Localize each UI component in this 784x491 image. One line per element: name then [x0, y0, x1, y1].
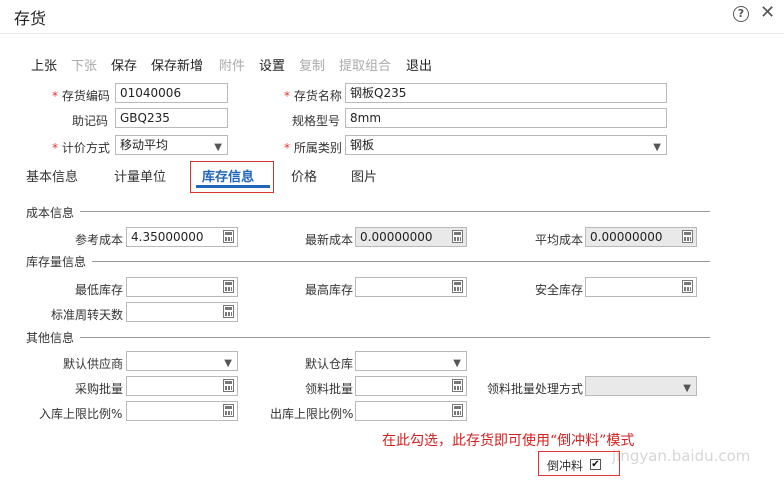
section-title-stock: 库存量信息	[26, 255, 87, 269]
calculator-icon[interactable]	[452, 404, 463, 417]
spec-label: 规格型号	[292, 114, 341, 128]
calculator-icon	[452, 230, 463, 243]
section-divider	[80, 337, 710, 338]
section-divider	[80, 211, 710, 212]
watermark: jingyan.baidu.com	[612, 447, 751, 465]
supplier-select[interactable]: ▼	[126, 351, 238, 371]
calculator-icon[interactable]	[682, 280, 693, 293]
warehouse-select[interactable]: ▼	[355, 351, 467, 371]
tab-price[interactable]: 价格	[291, 166, 317, 185]
purchase-qty-input[interactable]	[126, 376, 238, 396]
min-stock-input[interactable]	[126, 277, 238, 297]
out-limit-label: 出库上限比例%	[270, 407, 354, 421]
pricing-label: * 计价方式	[52, 141, 110, 155]
code-label: * 存货编码	[52, 89, 110, 103]
chevron-down-icon: ▼	[683, 383, 691, 394]
section-divider	[92, 261, 710, 262]
save-button[interactable]: 保存	[111, 55, 137, 74]
avg-cost-value: 0.00000000	[590, 230, 663, 244]
chevron-down-icon: ▼	[653, 142, 661, 153]
chevron-down-icon: ▼	[453, 358, 461, 369]
save-new-button[interactable]: 保存新增	[151, 55, 203, 74]
latest-cost-label: 最新成本	[305, 233, 354, 247]
extract-combo-button[interactable]: 提取组合	[339, 55, 391, 74]
issue-mode-label: 领料批量处理方式	[487, 382, 584, 396]
calculator-icon[interactable]	[223, 404, 234, 417]
copy-button[interactable]: 复制	[299, 55, 325, 74]
close-icon[interactable]: ✕	[760, 2, 775, 23]
calculator-icon[interactable]	[452, 280, 463, 293]
tab-basic-info[interactable]: 基本信息	[26, 166, 78, 185]
chevron-down-icon: ▼	[224, 358, 232, 369]
pricing-select-value: 移动平均	[120, 138, 169, 152]
help-icon[interactable]: ?	[733, 6, 749, 22]
category-select-value: 钢板	[350, 138, 375, 152]
ref-cost-input[interactable]: 4.35000000	[126, 227, 238, 247]
spec-input[interactable]: 8mm	[345, 108, 667, 128]
issue-qty-input[interactable]	[355, 376, 467, 396]
exit-button[interactable]: 退出	[406, 55, 432, 74]
mnemonic-label: 助记码	[72, 114, 109, 128]
annotation-text: 在此勾选，此存货即可使用“倒冲料”模式	[382, 433, 635, 449]
purchase-qty-label: 采购批量	[75, 382, 124, 396]
settings-button[interactable]: 设置	[259, 55, 285, 74]
turnover-days-label: 标准周转天数	[51, 308, 124, 322]
safety-stock-input[interactable]	[585, 277, 697, 297]
issue-qty-label: 领料批量	[305, 382, 354, 396]
category-label: * 所属类别	[284, 141, 342, 155]
tab-images[interactable]: 图片	[351, 166, 377, 185]
calculator-icon[interactable]	[223, 379, 234, 392]
name-label: * 存货名称	[284, 89, 342, 103]
code-input[interactable]: 01040006	[115, 83, 228, 103]
pricing-select[interactable]: 移动平均 ▼	[115, 135, 228, 155]
out-limit-input[interactable]	[355, 401, 467, 421]
next-button[interactable]: 下张	[71, 55, 97, 74]
latest-cost-value: 0.00000000	[360, 230, 433, 244]
issue-mode-select: ▼	[585, 376, 697, 396]
category-select[interactable]: 钢板 ▼	[345, 135, 667, 155]
in-limit-label: 入库上限比例%	[39, 407, 123, 421]
ref-cost-value: 4.35000000	[131, 230, 204, 244]
ref-cost-label: 参考成本	[75, 233, 124, 247]
calculator-icon[interactable]	[223, 230, 234, 243]
title-divider	[0, 33, 784, 34]
turnover-days-input[interactable]	[126, 302, 238, 322]
calculator-icon[interactable]	[223, 280, 234, 293]
max-stock-input[interactable]	[355, 277, 467, 297]
avg-cost-label: 平均成本	[535, 233, 584, 247]
min-stock-label: 最低库存	[75, 283, 124, 297]
supplier-label: 默认供应商	[63, 357, 124, 371]
max-stock-label: 最高库存	[305, 283, 354, 297]
warehouse-label: 默认仓库	[305, 357, 354, 371]
latest-cost-input: 0.00000000	[355, 227, 467, 247]
prev-button[interactable]: 上张	[31, 55, 57, 74]
backflush-label: 倒冲料	[547, 459, 584, 473]
in-limit-input[interactable]	[126, 401, 238, 421]
calculator-icon	[682, 230, 693, 243]
calculator-icon[interactable]	[223, 305, 234, 318]
section-title-other: 其他信息	[26, 331, 75, 345]
chevron-down-icon: ▼	[214, 142, 222, 153]
window-title: 存货	[14, 9, 47, 28]
safety-stock-label: 安全库存	[535, 283, 584, 297]
tab-highlight-box	[190, 161, 274, 193]
tab-units[interactable]: 计量单位	[114, 166, 166, 185]
mnemonic-input[interactable]: GBQ235	[115, 108, 228, 128]
backflush-checkbox[interactable]: ✔	[590, 459, 601, 470]
attachment-button[interactable]: 附件	[219, 55, 245, 74]
avg-cost-input: 0.00000000	[585, 227, 697, 247]
calculator-icon[interactable]	[452, 379, 463, 392]
section-title-cost: 成本信息	[26, 206, 75, 220]
name-input[interactable]: 钢板Q235	[345, 83, 667, 103]
